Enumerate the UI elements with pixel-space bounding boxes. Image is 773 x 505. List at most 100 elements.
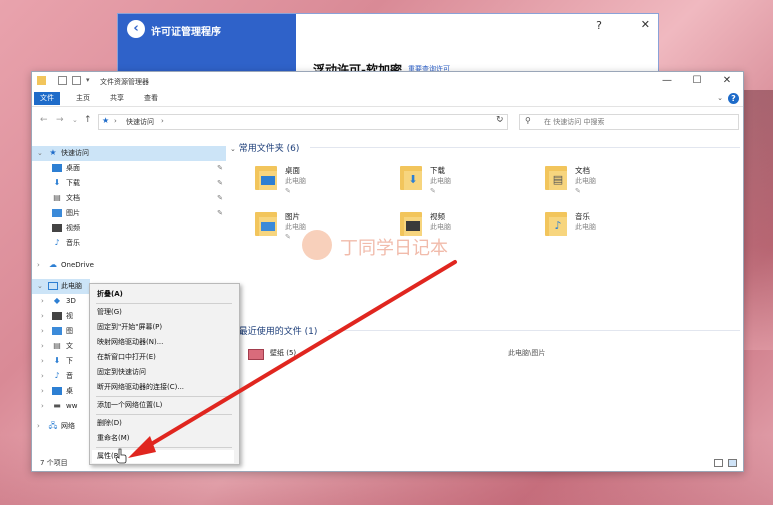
large-icons-view-icon[interactable] xyxy=(728,459,737,467)
menu-item-map-drive[interactable]: 映射网络驱动器(N)... xyxy=(97,336,163,349)
nav-network[interactable]: › 🖧 网络 xyxy=(32,419,90,434)
chevron-right-icon[interactable]: › xyxy=(37,258,40,273)
chevron-right-icon[interactable]: › xyxy=(41,384,44,399)
chevron-down-icon[interactable]: ⌄ xyxy=(37,279,43,294)
menu-item-collapse[interactable]: 折叠(A) xyxy=(97,288,123,301)
folder-tile-documents[interactable]: ▤ 文档 此电脑 ✎ xyxy=(545,164,685,204)
nav-item-music[interactable]: ♪ 音乐 xyxy=(32,236,226,251)
menu-item-disconnect-drive[interactable]: 断开网络驱动器的连接(C)... xyxy=(97,381,184,394)
recent-locations-icon[interactable]: ⌄ xyxy=(72,116,78,124)
address-separator: › xyxy=(114,117,117,125)
title-bar: ▾ 文件资源管理器 — ☐ ✕ xyxy=(32,72,743,91)
folder-location: 此电脑 xyxy=(285,177,306,185)
help-button[interactable]: ? xyxy=(596,19,602,32)
new-folder-icon[interactable] xyxy=(72,76,81,85)
chevron-right-icon[interactable]: › xyxy=(41,309,44,324)
chevron-right-icon[interactable]: › xyxy=(41,399,44,414)
search-input[interactable]: ⚲ 在 快速访问 中搜索 xyxy=(519,114,739,130)
nav-pc-item[interactable]: › ◆ 3D xyxy=(32,294,90,309)
nav-pc-item[interactable]: › ▬ ww xyxy=(32,399,90,414)
nav-pc-item[interactable]: › 视 xyxy=(32,309,90,324)
frequent-folders-header[interactable]: ⌄ 常用文件夹 (6) xyxy=(230,141,299,154)
tab-share[interactable]: 共享 xyxy=(104,92,130,105)
menu-item-manage[interactable]: 管理(G) xyxy=(97,306,122,319)
menu-item-rename[interactable]: 重命名(M) xyxy=(97,432,130,445)
section-title: 常用文件夹 (6) xyxy=(238,144,300,154)
chevron-right-icon[interactable]: › xyxy=(37,419,40,434)
cube-icon: ◆ xyxy=(53,296,61,305)
nav-item-documents[interactable]: ▤ 文档 ✎ xyxy=(32,191,226,206)
nav-pc-item[interactable]: › ⬇ 下 xyxy=(32,354,90,369)
properties-icon[interactable] xyxy=(58,76,67,85)
folder-location: 此电脑 xyxy=(575,223,596,231)
nav-quick-access[interactable]: ⌄ ★ 快速访问 xyxy=(32,146,226,161)
nav-item-downloads[interactable]: ⬇ 下载 ✎ xyxy=(32,176,226,191)
up-icon[interactable]: ↑ xyxy=(84,115,92,125)
expand-ribbon-icon[interactable]: ⌄ xyxy=(717,94,723,102)
nav-onedrive[interactable]: › ☁ OneDrive xyxy=(32,258,226,273)
tab-file[interactable]: 文件 xyxy=(34,92,60,105)
chevron-right-icon[interactable]: › xyxy=(41,324,44,339)
table-row[interactable]: 壁纸 (5) 此电脑\图片 xyxy=(248,347,728,361)
license-close-button[interactable]: ✕ xyxy=(641,18,650,31)
back-arrow-icon[interactable]: ‹ xyxy=(127,20,145,38)
folder-tile-desktop[interactable]: 桌面 此电脑 ✎ xyxy=(255,164,395,204)
recent-files-header[interactable]: ⌄ 最近使用的文件 (1) xyxy=(230,324,317,337)
maximize-button[interactable]: ☐ xyxy=(682,73,712,89)
desktop-icon xyxy=(52,387,62,395)
tab-view[interactable]: 查看 xyxy=(138,92,164,105)
folder-tile-downloads[interactable]: ⬇ 下载 此电脑 ✎ xyxy=(400,164,540,204)
nav-this-pc[interactable]: ⌄ 此电脑 xyxy=(32,279,90,294)
shiba-logo-icon xyxy=(302,230,332,260)
computer-icon xyxy=(48,282,58,290)
nav-item-pictures[interactable]: 图片 ✎ xyxy=(32,206,226,221)
menu-item-pin-start[interactable]: 固定到"开始"屏幕(P) xyxy=(97,321,162,334)
folder-tile-music[interactable]: ♪ 音乐 此电脑 xyxy=(545,210,685,250)
customize-dropdown-icon[interactable]: ▾ xyxy=(86,76,95,85)
nav-pc-item[interactable]: › 桌 xyxy=(32,384,90,399)
desktop-icon xyxy=(52,164,62,172)
folder-name: 图片 xyxy=(285,212,300,221)
menu-item-open-new-window[interactable]: 在新窗口中打开(E) xyxy=(97,351,156,364)
nav-label: 文档 xyxy=(66,194,80,202)
tab-home[interactable]: 主页 xyxy=(70,92,96,105)
details-view-icon[interactable] xyxy=(714,459,723,467)
back-icon[interactable]: ← xyxy=(40,115,48,125)
nav-pc-item[interactable]: › 图 xyxy=(32,324,90,339)
document-icon: ▤ xyxy=(53,193,61,202)
nav-item-videos[interactable]: 视频 xyxy=(32,221,226,236)
nav-item-desktop[interactable]: 桌面 ✎ xyxy=(32,161,226,176)
forward-icon[interactable]: → xyxy=(56,115,64,125)
document-icon: ▤ xyxy=(53,341,61,350)
divider xyxy=(328,330,740,331)
menu-item-delete[interactable]: 删除(D) xyxy=(97,417,122,430)
context-menu: 折叠(A) 管理(G) 固定到"开始"屏幕(P) 映射网络驱动器(N)... 在… xyxy=(89,283,240,465)
ribbon: 文件 主页 共享 查看 ⌄ ? xyxy=(32,91,743,107)
nav-pc-item[interactable]: › ▤ 文 xyxy=(32,339,90,354)
minimize-button[interactable]: — xyxy=(652,73,682,89)
watermark: 丁同学日记本 xyxy=(300,228,475,268)
license-title: 许可证管理程序 xyxy=(151,27,221,38)
nav-pc-item[interactable]: › ♪ 音 xyxy=(32,369,90,384)
chevron-down-icon[interactable]: ⌄ xyxy=(37,146,43,161)
folder-location: 此电脑 xyxy=(575,177,596,185)
nav-label: 文 xyxy=(66,342,73,350)
video-icon xyxy=(52,312,62,320)
music-icon: ♪ xyxy=(54,371,60,380)
pin-icon: ✎ xyxy=(217,179,223,187)
refresh-icon[interactable]: ↻ xyxy=(496,115,504,125)
close-button[interactable]: ✕ xyxy=(712,73,742,89)
menu-item-pin-quick-access[interactable]: 固定到快速访问 xyxy=(97,366,146,379)
chevron-right-icon[interactable]: › xyxy=(41,354,44,369)
address-bar[interactable]: ★ › 快速访问 › ⌄ xyxy=(98,114,508,130)
star-icon: ★ xyxy=(102,116,110,125)
menu-item-properties[interactable]: 属性(R) xyxy=(92,450,234,463)
menu-item-add-network-location[interactable]: 添加一个网络位置(L) xyxy=(97,399,162,412)
chevron-right-icon[interactable]: › xyxy=(41,339,44,354)
menu-separator xyxy=(96,396,232,397)
chevron-right-icon[interactable]: › xyxy=(41,369,44,384)
nav-label: 视频 xyxy=(66,224,80,232)
divider xyxy=(310,147,740,148)
chevron-right-icon[interactable]: › xyxy=(41,294,44,309)
help-icon[interactable]: ? xyxy=(728,93,739,104)
